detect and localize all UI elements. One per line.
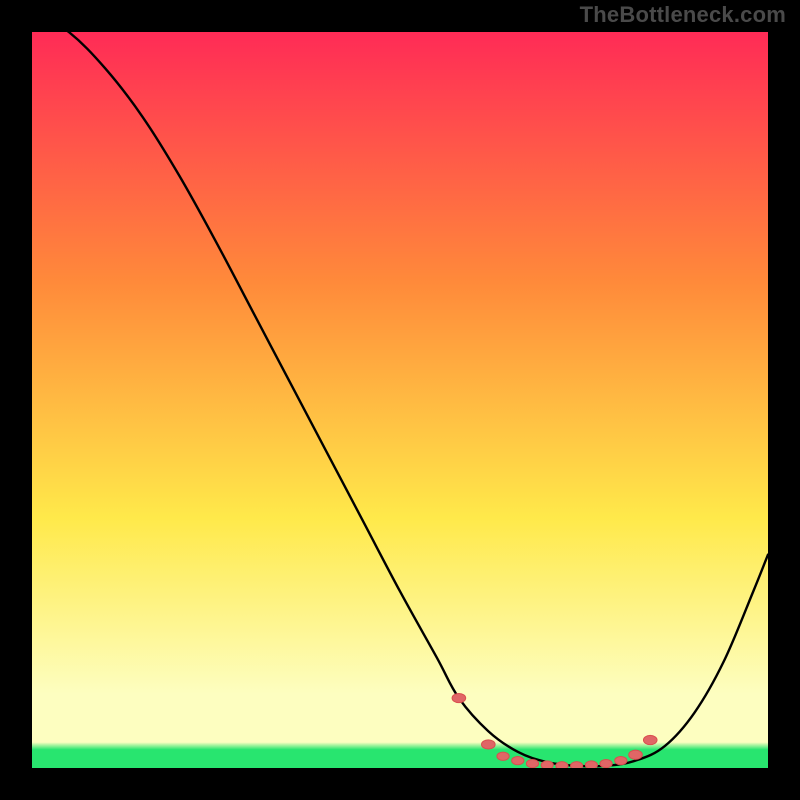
chart-frame: TheBottleneck.com: [0, 0, 800, 800]
marker-point: [482, 740, 496, 749]
marker-point: [541, 761, 553, 768]
marker-point: [571, 762, 583, 768]
marker-point: [452, 693, 466, 702]
marker-point: [629, 750, 643, 759]
marker-point: [497, 752, 509, 760]
marker-point: [585, 761, 597, 768]
marker-point: [526, 759, 538, 767]
marker-point: [512, 757, 524, 765]
marker-point: [643, 735, 657, 744]
watermark-text: TheBottleneck.com: [580, 2, 786, 28]
marker-point: [615, 757, 627, 765]
bottleneck-chart: [32, 32, 768, 768]
marker-point: [600, 759, 612, 767]
plot-area: [32, 32, 768, 768]
marker-point: [556, 762, 568, 768]
